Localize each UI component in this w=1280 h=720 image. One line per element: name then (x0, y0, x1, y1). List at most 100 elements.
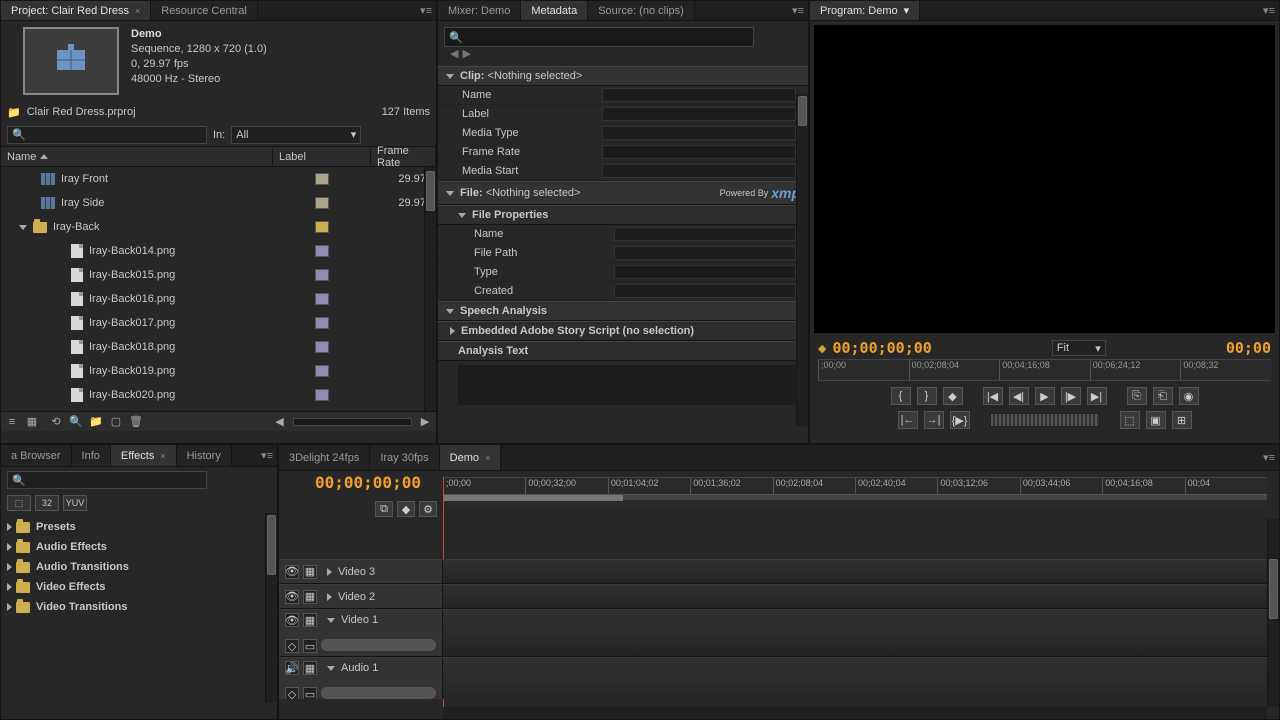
tab-info[interactable]: Info (72, 445, 111, 466)
track-toggle-icon[interactable]: 🔊 (285, 661, 299, 675)
track-style-icon[interactable]: ▭ (303, 687, 317, 699)
new-bin-icon[interactable]: 📁 (89, 415, 103, 429)
property-value[interactable] (614, 227, 796, 241)
tab-mixer[interactable]: Mixer: Demo (438, 1, 521, 20)
property-value[interactable] (602, 107, 796, 121)
panel-menu-icon[interactable]: ▾≡ (420, 4, 432, 17)
track-lock-icon[interactable]: ▦ (303, 590, 317, 604)
list-item[interactable]: Iray-Back017.png (1, 311, 436, 335)
file-properties-header[interactable]: File Properties (438, 205, 808, 225)
close-icon[interactable]: × (160, 451, 165, 461)
disclosure-icon[interactable] (327, 593, 332, 601)
property-value[interactable] (614, 284, 796, 298)
panel-menu-icon[interactable]: ▾≡ (261, 449, 273, 462)
label-swatch[interactable] (315, 389, 329, 401)
label-swatch[interactable] (315, 365, 329, 377)
effects-category[interactable]: Presets (1, 517, 277, 537)
effects-search[interactable]: 🔍 (7, 471, 207, 489)
list-item[interactable]: Iray Side29.97 f (1, 191, 436, 215)
close-icon[interactable]: × (485, 453, 490, 463)
project-search-input[interactable] (26, 129, 202, 140)
settings-button[interactable]: ⚙ (419, 501, 437, 517)
automate-icon[interactable]: ⟲ (49, 415, 63, 429)
icon-view-icon[interactable]: ▦ (25, 415, 39, 429)
track-lock-icon[interactable]: ▦ (303, 661, 317, 675)
yuv-filter-icon[interactable]: YUV (63, 495, 87, 511)
marker-button[interactable]: ◆ (397, 501, 415, 517)
track-slider[interactable] (321, 687, 436, 699)
effects-category[interactable]: Video Transitions (1, 597, 277, 617)
track-toggle-icon[interactable]: 👁 (285, 613, 299, 627)
go-to-out-button[interactable]: ▶| (1087, 387, 1107, 405)
property-value[interactable] (614, 246, 796, 260)
lift-button[interactable]: ⎘ (1127, 387, 1147, 405)
tab-history[interactable]: History (177, 445, 232, 466)
track-content[interactable] (443, 658, 1279, 699)
label-swatch[interactable] (315, 269, 329, 281)
effects-category[interactable]: Video Effects (1, 577, 277, 597)
tab-media-browser[interactable]: a Browser (1, 445, 72, 466)
track-lock-icon[interactable]: ▦ (303, 565, 317, 579)
metadata-search-input[interactable] (463, 31, 749, 43)
project-list[interactable]: Iray Front29.97 fIray Side29.97 fIray-Ba… (1, 167, 436, 411)
list-view-icon[interactable]: ≡ (5, 415, 19, 429)
label-swatch[interactable] (315, 317, 329, 329)
snap-button[interactable]: ⧉ (375, 501, 393, 517)
prev-icon[interactable]: ◀ (450, 47, 458, 60)
scrollbar-vertical[interactable] (796, 94, 808, 426)
track-lock-icon[interactable]: ▦ (303, 613, 317, 627)
accelerated-filter-icon[interactable]: ⬚ (7, 495, 31, 511)
track-keyframe-icon[interactable]: ◇ (285, 639, 299, 653)
add-marker-button[interactable]: ◆ (943, 387, 963, 405)
property-value[interactable] (602, 145, 796, 159)
label-swatch[interactable] (315, 221, 329, 233)
track-keyframe-icon[interactable]: ◇ (285, 687, 299, 699)
metadata-search[interactable]: 🔍 (444, 27, 754, 47)
work-area-bar[interactable] (443, 494, 1267, 500)
disclosure-icon[interactable] (7, 563, 12, 571)
track-content[interactable] (443, 585, 1279, 608)
tab-source[interactable]: Source: (no clips) (588, 1, 695, 20)
disclosure-icon[interactable] (327, 568, 332, 576)
list-item[interactable]: Iray-Back (1, 215, 436, 239)
panel-menu-icon[interactable]: ▾≡ (1263, 4, 1275, 17)
scroll-right-icon[interactable]: ▶ (418, 415, 432, 429)
scrollbar-vertical[interactable] (1267, 519, 1279, 707)
tab-sequence-1[interactable]: 3Delight 24fps (279, 445, 370, 470)
goto-next-button[interactable]: →| (924, 411, 944, 429)
label-swatch[interactable] (315, 173, 329, 185)
property-value[interactable] (602, 88, 796, 102)
disclosure-icon[interactable] (7, 603, 12, 611)
track-header[interactable]: 👁▦Video 1◇▭ (279, 610, 443, 656)
track-content[interactable] (443, 560, 1279, 583)
speech-section-header[interactable]: Speech Analysis (438, 301, 808, 321)
step-back-button[interactable]: ◀| (1009, 387, 1029, 405)
jog-wheel[interactable] (990, 413, 1100, 427)
tab-resource-central[interactable]: Resource Central (151, 1, 258, 20)
scroll-left-icon[interactable]: ◀ (273, 415, 287, 429)
overwrite-button[interactable]: ▣ (1146, 411, 1166, 429)
file-section-header[interactable]: File: <Nothing selected> Powered By xmp (438, 181, 808, 205)
program-timecode[interactable]: 00;00;00;00 (832, 339, 931, 357)
list-item[interactable]: Iray-Back015.png (1, 263, 436, 287)
list-item[interactable]: Iray-Back019.png (1, 359, 436, 383)
timeline-timecode[interactable]: 00;00;00;00 (315, 473, 421, 492)
disclosure-icon[interactable] (7, 583, 12, 591)
safe-margins-button[interactable]: ⊞ (1172, 411, 1192, 429)
program-ruler[interactable]: ;00;0000;02;08;0400;04;16;0800;06;24;120… (818, 359, 1271, 381)
label-swatch[interactable] (315, 245, 329, 257)
tab-sequence-demo[interactable]: Demo× (440, 445, 502, 470)
list-item[interactable]: Iray Front29.97 f (1, 167, 436, 191)
find-icon[interactable]: 🔍 (69, 415, 83, 429)
label-swatch[interactable] (315, 341, 329, 353)
list-item[interactable]: Iray-Back016.png (1, 287, 436, 311)
tab-metadata[interactable]: Metadata (521, 1, 588, 20)
zoom-dropdown[interactable]: Fit▾ (1052, 340, 1106, 356)
filter-dropdown[interactable]: All▾ (231, 126, 361, 144)
track-content[interactable] (443, 610, 1279, 656)
label-swatch[interactable] (315, 293, 329, 305)
insert-button[interactable]: ⬚ (1120, 411, 1140, 429)
step-forward-button[interactable]: |▶ (1061, 387, 1081, 405)
column-name[interactable]: Name (1, 149, 273, 165)
track-header[interactable]: 🔊▦Audio 1◇▭ (279, 658, 443, 699)
